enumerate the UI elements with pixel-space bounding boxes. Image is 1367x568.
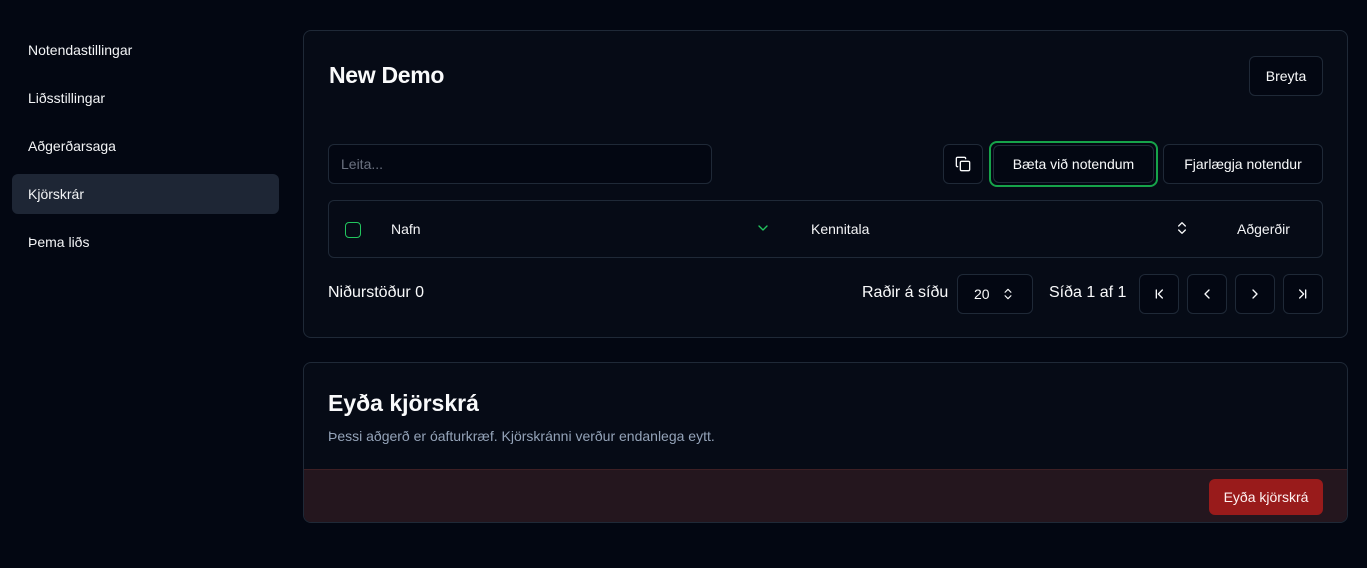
rows-per-page-select[interactable]: 20 [957,274,1033,314]
danger-zone-card: Eyða kjörskrá Þessi aðgerð er óafturkræf… [303,362,1348,523]
results-count: Niðurstöður 0 [328,284,425,301]
page-title: New Demo [329,62,445,88]
sidebar-item-user-settings[interactable]: Notendastillingar [12,30,279,70]
danger-description: Þessi aðgerð er óafturkræf. Kjörskránni … [328,428,715,444]
last-page-button[interactable] [1283,274,1323,314]
copy-button[interactable] [943,144,983,184]
search-input[interactable] [328,144,712,184]
voter-list-card: New Demo Breyta Bæta við notendum Fjarlæ… [303,30,1348,338]
sidebar-item-activity-log[interactable]: Aðgerðarsaga [12,126,279,166]
remove-users-button[interactable]: Fjarlægja notendur [1163,144,1323,184]
sidebar-item-team-settings[interactable]: Liðsstillingar [12,78,279,118]
danger-title: Eyða kjörskrá [328,390,479,416]
sidebar-item-voter-lists[interactable]: Kjörskrár [12,174,279,214]
next-page-button[interactable] [1235,274,1275,314]
chevron-left-icon [1204,289,1210,299]
first-page-button[interactable] [1139,274,1179,314]
edit-button[interactable]: Breyta [1249,56,1323,96]
column-header-kennitala[interactable]: Kennitala [811,221,869,237]
chevron-right-icon [1252,289,1258,299]
add-users-label: Bæta við notendum [993,145,1154,183]
sort-icon[interactable] [1174,220,1190,236]
chevron-down-icon[interactable] [755,220,771,236]
copy-icon [955,156,971,172]
danger-footer: Eyða kjörskrá [304,469,1347,522]
chevrons-up-down-icon [1004,288,1012,300]
sidebar: Notendastillingar Liðsstillingar Aðgerða… [12,30,279,270]
column-header-name[interactable]: Nafn [391,221,421,237]
rows-per-page-label: Raðir á síðu [862,284,949,301]
add-users-button[interactable]: Bæta við notendum [989,141,1158,187]
users-table: Nafn Kennitala Aðgerðir [328,200,1323,258]
chevrons-first-icon [1155,289,1163,299]
delete-voter-list-button[interactable]: Eyða kjörskrá [1209,479,1323,515]
column-header-actions: Aðgerðir [1237,221,1290,237]
previous-page-button[interactable] [1187,274,1227,314]
sidebar-item-team-theme[interactable]: Þema liðs [12,222,279,262]
rows-per-page-value: 20 [974,286,990,302]
page-indicator: Síða 1 af 1 [1049,284,1127,301]
select-all-checkbox[interactable] [345,222,361,238]
chevrons-last-icon [1299,289,1307,299]
